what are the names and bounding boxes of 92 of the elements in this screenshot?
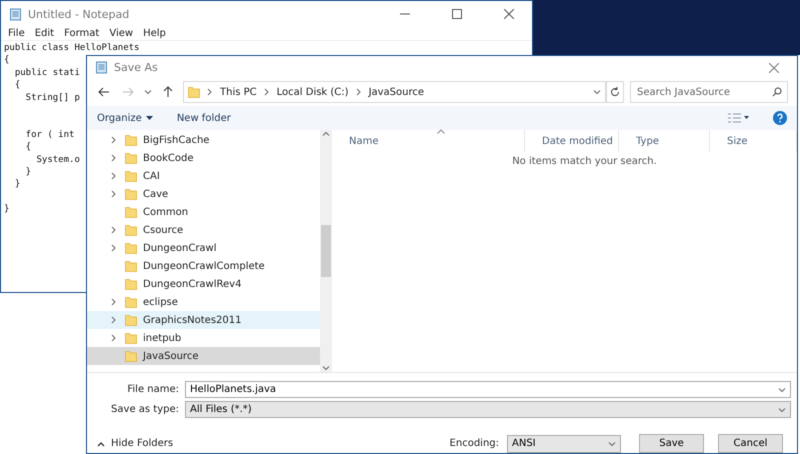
folder-tree-item[interactable]: eclipse	[87, 293, 320, 311]
chevron-right-icon	[110, 172, 118, 180]
chevron-right-icon	[110, 298, 118, 306]
folder-icon	[125, 314, 137, 326]
refresh-icon	[610, 87, 620, 97]
close-icon	[504, 9, 514, 19]
encoding-dropdown[interactable]: ANSI	[507, 434, 621, 452]
folder-tree-item[interactable]: inetpub	[87, 329, 320, 347]
save-button[interactable]: Save	[639, 434, 704, 453]
folder-tree-item[interactable]: BookCode	[87, 149, 320, 167]
folder-tree-item[interactable]: Csource	[87, 221, 320, 239]
chevron-right-icon	[110, 136, 118, 144]
chevron-down-icon	[778, 406, 786, 414]
menu-item[interactable]: Format	[59, 28, 104, 39]
folder-icon	[125, 242, 137, 254]
refresh-button[interactable]	[606, 81, 624, 103]
caret-down-icon	[146, 116, 153, 120]
menu-item[interactable]: Help	[138, 28, 171, 39]
menu-item[interactable]: View	[104, 28, 138, 39]
organize-button[interactable]: Organize	[97, 112, 153, 124]
hide-folders-button[interactable]: Hide Folders	[97, 438, 174, 449]
field-label: File name:	[126, 384, 179, 395]
folder-icon	[188, 86, 200, 98]
help-button[interactable]	[773, 111, 787, 125]
folder-icon	[125, 224, 137, 236]
help-icon	[773, 111, 787, 125]
chevron-down-icon	[593, 88, 601, 96]
breadcrumb-item[interactable]: This PC	[220, 86, 257, 98]
folder-icon	[125, 296, 137, 308]
chevron-right-icon	[110, 226, 118, 234]
breadcrumb-item[interactable]: Local Disk (C:)	[276, 86, 349, 98]
maximize-icon	[452, 9, 462, 19]
file-name-field[interactable]: HelloPlanets.java	[185, 381, 791, 398]
folder-icon	[125, 170, 137, 182]
chevron-right-icon	[110, 244, 118, 252]
dialog-title: Save As	[114, 61, 159, 74]
folder-tree-item[interactable]: CAI	[87, 167, 320, 185]
chevron-right-icon	[262, 88, 271, 96]
folder-icon	[125, 278, 137, 290]
scrollbar[interactable]	[320, 130, 332, 372]
column-header[interactable]: Name	[332, 130, 525, 152]
chevron-down-icon	[322, 364, 330, 372]
window-title: Untitled - Notepad	[28, 8, 130, 20]
chevron-up-icon	[97, 440, 105, 446]
arrow-right-icon	[122, 87, 134, 97]
chevron-right-icon	[110, 316, 118, 324]
column-header[interactable]: Size	[710, 130, 797, 152]
folder-tree-item[interactable]: BigFishCache	[87, 131, 320, 149]
menu-item[interactable]: File	[3, 28, 30, 39]
folder-icon	[125, 332, 137, 344]
folder-tree-item[interactable]: DungeonCrawl	[87, 239, 320, 257]
list-view-icon	[727, 113, 749, 123]
chevron-right-icon	[110, 154, 118, 162]
folder-tree-item[interactable]: DungeonCrawlComplete	[87, 257, 320, 275]
chevron-right-icon	[354, 88, 363, 96]
chevron-up-icon	[322, 130, 330, 138]
arrow-up-icon	[163, 86, 173, 98]
folder-tree-item[interactable]: DungeonCrawlRev4	[87, 275, 320, 293]
search-icon	[772, 87, 782, 97]
chevron-down-icon	[608, 440, 616, 448]
arrow-left-icon	[98, 87, 110, 97]
folder-icon	[125, 260, 137, 272]
encoding-label: Encoding:	[450, 438, 499, 449]
close-icon	[769, 62, 779, 72]
column-header[interactable]: Type	[619, 130, 710, 152]
folder-icon	[125, 350, 137, 362]
folder-icon	[125, 188, 137, 200]
folder-icon	[125, 152, 137, 164]
view-options-button[interactable]	[727, 113, 749, 123]
address-bar[interactable]: This PC Local Disk (C:) JavaSource	[183, 81, 606, 103]
notepad-icon	[95, 61, 108, 74]
notepad-icon	[9, 8, 22, 20]
search-field[interactable]: Search JavaSource	[630, 81, 788, 103]
folder-tree-item[interactable]: GraphicsNotes2011	[87, 311, 320, 329]
folder-tree-item[interactable]: Cave	[87, 185, 320, 203]
chevron-right-icon	[110, 334, 118, 342]
chevron-right-icon	[206, 88, 214, 96]
new-folder-button[interactable]: New folder	[176, 112, 231, 124]
save-type-dropdown[interactable]: All Files (*.*)	[185, 401, 791, 418]
chevron-down-icon	[144, 88, 152, 96]
chevron-right-icon	[110, 190, 118, 198]
folder-tree-item[interactable]: Common	[87, 203, 320, 221]
cancel-button[interactable]: Cancel	[718, 434, 783, 453]
folder-tree-item[interactable]: JavaSource	[87, 347, 320, 365]
chevron-down-icon	[778, 386, 786, 394]
folder-icon	[125, 134, 137, 146]
column-header[interactable]: Date modified	[525, 130, 619, 152]
scrollbar-thumb[interactable]	[321, 225, 331, 277]
breadcrumb-item[interactable]: JavaSource	[368, 86, 424, 98]
folder-icon	[125, 206, 137, 218]
menu-item[interactable]: Edit	[30, 28, 60, 39]
field-label: Save as type:	[110, 404, 179, 415]
